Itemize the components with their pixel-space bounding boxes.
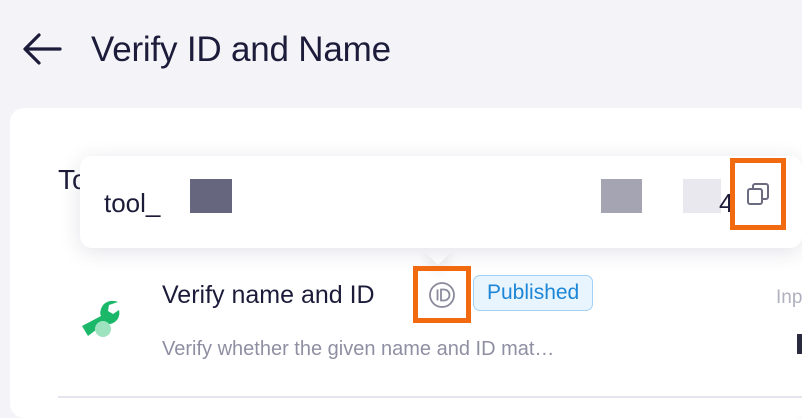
page-header: Verify ID and Name bbox=[0, 0, 802, 108]
redaction-block bbox=[190, 179, 232, 213]
divider bbox=[58, 396, 802, 398]
copy-button[interactable] bbox=[730, 158, 786, 230]
card-heading: To bbox=[58, 164, 80, 195]
tool-id-text: tool_ bbox=[104, 188, 161, 218]
wrench-icon bbox=[82, 300, 120, 337]
status-badge: Published bbox=[473, 275, 594, 311]
clipped-element bbox=[797, 334, 802, 354]
redaction-block bbox=[683, 179, 721, 213]
redaction-block bbox=[601, 179, 642, 213]
tool-name: Verify name and ID bbox=[162, 281, 375, 309]
input-label: Inp bbox=[776, 287, 802, 308]
tool-description: Verify whether the given name and ID mat… bbox=[162, 338, 555, 360]
id-icon bbox=[429, 281, 455, 308]
copy-icon bbox=[747, 183, 769, 205]
page-title: Verify ID and Name bbox=[91, 30, 391, 69]
tool-card bbox=[10, 108, 802, 418]
arrow-left-icon[interactable] bbox=[20, 30, 64, 68]
id-button[interactable] bbox=[413, 266, 471, 323]
